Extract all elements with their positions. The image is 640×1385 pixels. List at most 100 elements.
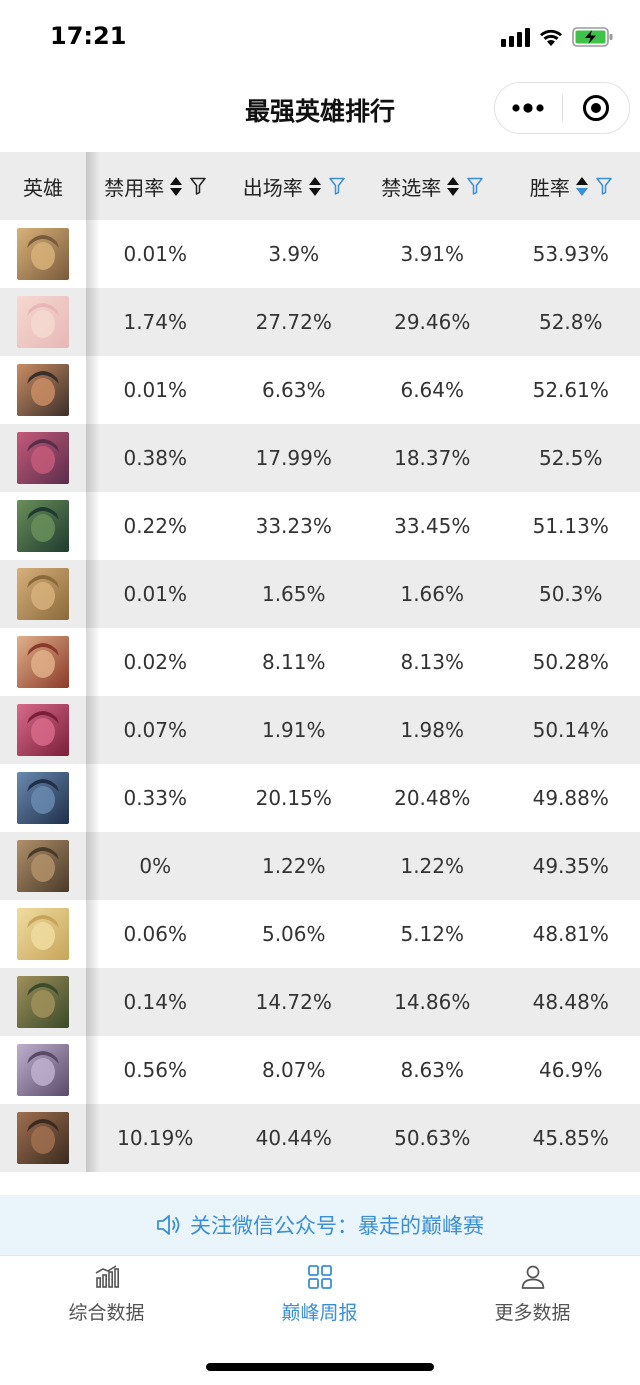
column-header-ban-rate[interactable]: 禁用率 <box>86 152 225 220</box>
tab-overall-data[interactable]: 综合数据 <box>0 1264 213 1338</box>
hero-avatar <box>17 636 69 688</box>
tab-label: 综合数据 <box>68 1302 145 1324</box>
appear-rate-cell: 8.11% <box>261 650 326 674</box>
sort-arrows-active-icon[interactable] <box>575 176 588 196</box>
table-row[interactable]: 0.38% 17.99% 18.37% 52.5% <box>0 424 640 492</box>
target-close-icon <box>582 95 609 121</box>
tab-peak-weekly[interactable]: 巅峰周报 <box>213 1264 426 1338</box>
hero-cell <box>0 288 86 356</box>
column-header-win-rate-label: 胜率 <box>529 175 570 200</box>
hero-cell <box>0 764 86 832</box>
hero-cell <box>0 968 86 1036</box>
ban-rate-cell: 0.02% <box>123 650 188 674</box>
status-icons <box>501 26 614 48</box>
bar-chart-icon <box>95 1265 119 1288</box>
battery-charging-icon <box>572 27 613 47</box>
table-row[interactable]: 1.74% 27.72% 29.46% 52.8% <box>0 288 640 356</box>
table-row[interactable]: 0.01% 6.63% 6.64% 52.61% <box>0 356 640 424</box>
pick-rate-cell: 1.98% <box>400 718 465 742</box>
hero-cell <box>0 220 86 288</box>
ban-rate-cell: 1.74% <box>123 310 188 334</box>
ban-rate-cell: 0.38% <box>123 446 188 470</box>
table-row[interactable]: 0.22% 33.23% 33.45% 51.13% <box>0 492 640 560</box>
more-dots-icon <box>512 103 544 113</box>
hero-avatar <box>17 908 69 960</box>
sort-arrows-icon[interactable] <box>447 176 460 196</box>
appear-rate-cell: 14.72% <box>255 990 332 1014</box>
appear-rate-cell: 33.23% <box>255 514 332 538</box>
column-header-ban-rate-label: 禁用率 <box>104 175 165 200</box>
table-row[interactable]: 0% 1.22% 1.22% 49.35% <box>0 832 640 900</box>
tab-label: 巅峰周报 <box>281 1302 358 1324</box>
table-row[interactable]: 0.02% 8.11% 8.13% 50.28% <box>0 628 640 696</box>
nav-bar: 最强英雄排行 <box>0 76 640 142</box>
tab-more-data[interactable]: 更多数据 <box>426 1264 639 1338</box>
win-rate-cell: 46.9% <box>538 1058 603 1082</box>
filter-icon[interactable] <box>596 177 612 195</box>
close-mini-program-button[interactable] <box>563 83 630 133</box>
appear-rate-cell: 1.65% <box>261 582 326 606</box>
status-bar: 17:21 <box>0 0 640 76</box>
status-time: 17:21 <box>50 22 127 50</box>
filter-icon[interactable] <box>467 177 483 195</box>
pick-rate-cell: 3.91% <box>400 242 465 266</box>
wifi-icon <box>540 29 562 46</box>
win-rate-cell: 49.88% <box>532 786 609 810</box>
ban-rate-cell: 0.01% <box>123 582 188 606</box>
sort-arrows-icon[interactable] <box>308 176 321 196</box>
filter-icon[interactable] <box>329 177 345 195</box>
table-row[interactable]: 0.56% 8.07% 8.63% 46.9% <box>0 1036 640 1104</box>
column-header-appear-rate[interactable]: 出场率 <box>225 152 364 220</box>
table-body: 0.01% 3.9% 3.91% 53.93% 1.74% 27.72% 29.46% 52.… <box>0 220 640 1172</box>
pick-rate-cell: 8.13% <box>400 650 465 674</box>
win-rate-cell: 50.14% <box>532 718 609 742</box>
ban-rate-cell: 0.14% <box>123 990 188 1014</box>
column-header-pick-rate-label: 禁选率 <box>381 175 442 200</box>
column-header-appear-rate-label: 出场率 <box>242 175 303 200</box>
appear-rate-cell: 3.9% <box>268 242 320 266</box>
hero-avatar <box>17 500 69 552</box>
user-icon <box>521 1265 544 1289</box>
filter-icon[interactable] <box>190 177 206 195</box>
table-row[interactable]: 0.33% 20.15% 20.48% 49.88% <box>0 764 640 832</box>
win-rate-cell: 52.5% <box>538 446 603 470</box>
win-rate-cell: 50.28% <box>532 650 609 674</box>
hero-cell <box>0 900 86 968</box>
column-header-hero: 英雄 <box>23 175 63 200</box>
win-rate-cell: 49.35% <box>532 854 609 878</box>
hero-cell <box>0 560 86 628</box>
ban-rate-cell: 0.07% <box>123 718 188 742</box>
column-header-win-rate[interactable]: 胜率 <box>502 152 640 220</box>
pick-rate-cell: 33.45% <box>394 514 471 538</box>
hero-cell <box>0 696 86 764</box>
appear-rate-cell: 17.99% <box>255 446 332 470</box>
appear-rate-cell: 8.07% <box>261 1058 326 1082</box>
hero-avatar <box>17 976 69 1028</box>
hero-cell <box>0 1036 86 1104</box>
hero-avatar <box>17 228 69 280</box>
hero-cell <box>0 356 86 424</box>
pick-rate-cell: 14.86% <box>394 990 471 1014</box>
table-row[interactable]: 0.01% 1.65% 1.66% 50.3% <box>0 560 640 628</box>
win-rate-cell: 51.13% <box>532 514 609 538</box>
sort-arrows-icon[interactable] <box>170 176 183 196</box>
more-options-button[interactable] <box>495 83 562 133</box>
win-rate-cell: 52.61% <box>532 378 609 402</box>
column-header-pick-rate[interactable]: 禁选率 <box>363 152 502 220</box>
hero-avatar <box>17 1044 69 1096</box>
table-row[interactable]: 0.14% 14.72% 14.86% 48.48% <box>0 968 640 1036</box>
table-row[interactable]: 0.06% 5.06% 5.12% 48.81% <box>0 900 640 968</box>
hero-avatar <box>17 772 69 824</box>
table-row[interactable]: 0.07% 1.91% 1.98% 50.14% <box>0 696 640 764</box>
pick-rate-cell: 1.66% <box>400 582 465 606</box>
table-row[interactable]: 0.01% 3.9% 3.91% 53.93% <box>0 220 640 288</box>
hero-avatar <box>17 568 69 620</box>
appear-rate-cell: 27.72% <box>255 310 332 334</box>
win-rate-cell: 50.3% <box>538 582 603 606</box>
appear-rate-cell: 1.22% <box>261 854 326 878</box>
appear-rate-cell: 6.63% <box>261 378 326 402</box>
table-row[interactable]: 10.19% 40.44% 50.63% 45.85% <box>0 1104 640 1172</box>
grid-icon <box>307 1265 332 1289</box>
notice-banner[interactable]: 关注微信公众号：暴走的巅峰赛 <box>0 1195 640 1255</box>
mini-program-capsule <box>494 82 630 134</box>
